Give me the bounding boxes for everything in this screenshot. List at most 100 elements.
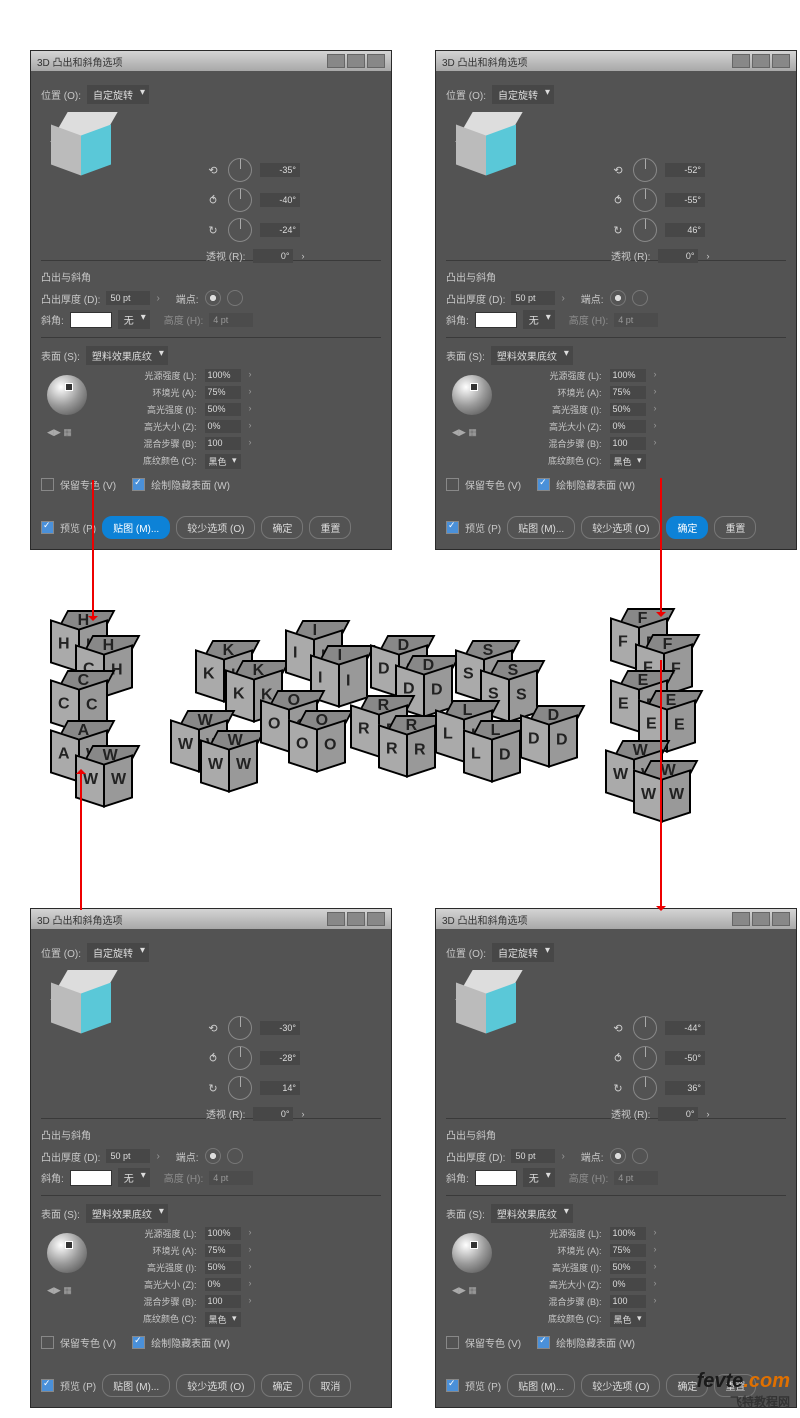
arrow-icon[interactable]: › [249,403,252,416]
min-icon[interactable] [327,54,345,68]
letter-block[interactable]: R R R [378,715,438,781]
rot-y-dial[interactable] [228,1046,252,1070]
depth-input[interactable]: 50 pt [106,291,150,305]
light-sphere[interactable] [47,1233,87,1273]
rot-x-dial[interactable] [228,158,252,182]
light-sphere[interactable] [452,375,492,415]
arrow-icon[interactable]: › [156,293,159,304]
map-art-button[interactable]: 贴图 (M)... [507,1374,575,1397]
arrow-icon[interactable]: › [249,1261,252,1274]
arrow-icon[interactable]: › [249,369,252,382]
bevel-dropdown[interactable]: 无 [523,310,555,329]
preview-checkbox[interactable] [41,521,54,534]
position-dropdown[interactable]: 自定旋转 [492,85,554,104]
close-icon[interactable] [367,912,385,926]
cap-on-icon[interactable] [610,1148,626,1164]
rot-z-dial[interactable] [633,1076,657,1100]
depth-input[interactable]: 50 pt [106,1149,150,1163]
blend-steps-input[interactable]: 100 [610,437,646,450]
rot-y-input[interactable]: -40° [260,193,300,207]
map-art-button[interactable]: 贴图 (M)... [102,516,170,539]
ok-button[interactable]: 确定 [666,516,708,539]
arrow-icon[interactable]: › [654,1244,657,1257]
bevel-swatch[interactable] [475,1170,517,1186]
preview-checkbox[interactable] [41,1379,54,1392]
shade-color-dropdown[interactable]: 黑色 [610,454,646,469]
map-art-button[interactable]: 贴图 (M)... [507,516,575,539]
arrow-icon[interactable]: › [561,293,564,304]
ok-button[interactable]: 确定 [261,1374,303,1397]
arrow-icon[interactable]: › [249,1295,252,1308]
map-art-button[interactable]: 贴图 (M)... [102,1374,170,1397]
surface-dropdown[interactable]: 塑料效果底纹 [491,1204,573,1223]
min-icon[interactable] [732,54,750,68]
letter-block[interactable]: W W W [200,730,260,796]
arrow-icon[interactable]: › [654,369,657,382]
titlebar[interactable]: 3D 凸出和斜角选项 [436,909,796,929]
letter-block[interactable]: O O O [288,710,348,776]
letter-block[interactable]: W W W [75,745,135,811]
close-icon[interactable] [367,54,385,68]
shade-color-dropdown[interactable]: 黑色 [205,1312,241,1327]
rot-z-input[interactable]: 46° [665,223,705,237]
fewer-options-button[interactable]: 较少选项 (O) [581,516,660,539]
arrow-icon[interactable]: › [561,1151,564,1162]
highlight-size-input[interactable]: 0% [205,1278,241,1291]
arrow-icon[interactable]: › [654,437,657,450]
arrow-icon[interactable]: › [654,1295,657,1308]
cap-off-icon[interactable] [632,1148,648,1164]
perspective-input[interactable]: 0° [253,1107,293,1121]
arrow-icon[interactable]: › [654,420,657,433]
arrow-icon[interactable]: › [654,1278,657,1291]
light-buttons[interactable]: ◀▶ ▦ [452,427,477,438]
cap-on-icon[interactable] [205,1148,221,1164]
surface-dropdown[interactable]: 塑料效果底纹 [491,346,573,365]
arrow-icon[interactable]: › [301,251,304,261]
light-intensity-input[interactable]: 100% [610,369,646,382]
rot-z-dial[interactable] [228,218,252,242]
cube-preview[interactable] [454,112,524,182]
highlight-intensity-input[interactable]: 50% [610,1261,646,1274]
shade-color-dropdown[interactable]: 黑色 [205,454,241,469]
highlight-size-input[interactable]: 0% [610,420,646,433]
letter-block[interactable]: W W W [633,760,693,826]
surface-dropdown[interactable]: 塑料效果底纹 [86,1204,168,1223]
light-buttons[interactable]: ◀▶ ▦ [47,1285,72,1296]
position-dropdown[interactable]: 自定旋转 [492,943,554,962]
rot-y-dial[interactable] [633,1046,657,1070]
arrow-icon[interactable]: › [301,1109,304,1119]
cap-off-icon[interactable] [632,290,648,306]
perspective-input[interactable]: 0° [253,249,293,263]
perspective-input[interactable]: 0° [658,249,698,263]
fewer-options-button[interactable]: 较少选项 (O) [176,1374,255,1397]
position-dropdown[interactable]: 自定旋转 [87,943,149,962]
fewer-options-button[interactable]: 较少选项 (O) [581,1374,660,1397]
rot-z-input[interactable]: -24° [260,223,300,237]
shade-color-dropdown[interactable]: 黑色 [610,1312,646,1327]
light-intensity-input[interactable]: 100% [205,369,241,382]
draw-hidden-checkbox[interactable] [537,478,550,491]
ambient-input[interactable]: 75% [205,386,241,399]
titlebar[interactable]: 3D 凸出和斜角选项 [436,51,796,71]
ambient-input[interactable]: 75% [205,1244,241,1257]
draw-hidden-checkbox[interactable] [132,1336,145,1349]
letter-block[interactable]: L L D [463,720,523,786]
rot-x-input[interactable]: -44° [665,1021,705,1035]
close-icon[interactable] [772,54,790,68]
highlight-intensity-input[interactable]: 50% [205,1261,241,1274]
max-icon[interactable] [752,54,770,68]
letter-block[interactable]: D D D [520,705,580,771]
cap-on-icon[interactable] [205,290,221,306]
arrow-icon[interactable]: › [249,437,252,450]
rot-z-dial[interactable] [228,1076,252,1100]
highlight-intensity-input[interactable]: 50% [610,403,646,416]
max-icon[interactable] [347,54,365,68]
cube-preview[interactable] [49,970,119,1040]
rot-z-input[interactable]: 14° [260,1081,300,1095]
preview-checkbox[interactable] [446,521,459,534]
arrow-icon[interactable]: › [249,1278,252,1291]
arrow-icon[interactable]: › [249,1227,252,1240]
arrow-icon[interactable]: › [249,420,252,433]
highlight-size-input[interactable]: 0% [205,420,241,433]
arrow-icon[interactable]: › [706,251,709,261]
